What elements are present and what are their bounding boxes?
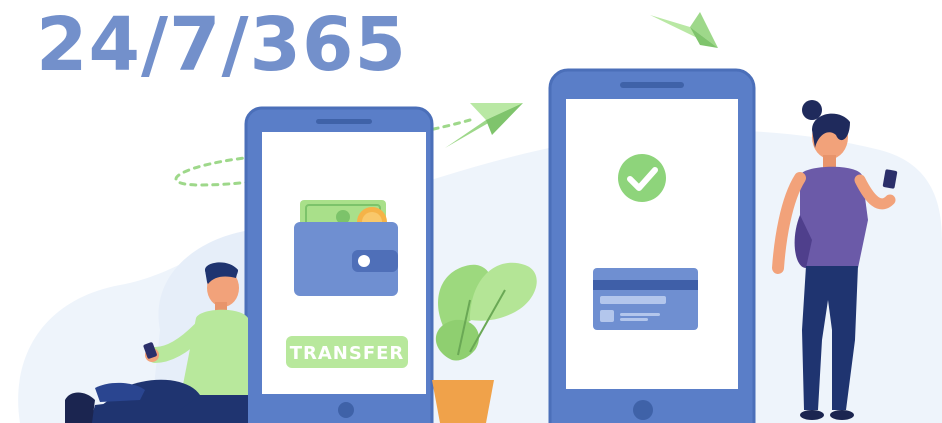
checkmark-icon xyxy=(618,154,666,202)
right-phone xyxy=(548,68,756,423)
credit-card-icon xyxy=(593,268,698,330)
transfer-button[interactable]: TRANSFER xyxy=(286,336,408,368)
illustration-canvas: TRANSFER 24/7/365 xyxy=(0,0,942,423)
left-phone: TRANSFER xyxy=(244,106,434,423)
paper-plane-top-icon xyxy=(650,12,718,48)
headline-availability: 24/7/365 xyxy=(36,2,407,88)
wallet-icon xyxy=(294,200,398,296)
transfer-button-label: TRANSFER xyxy=(290,343,405,364)
paper-plane-icon xyxy=(445,103,523,148)
